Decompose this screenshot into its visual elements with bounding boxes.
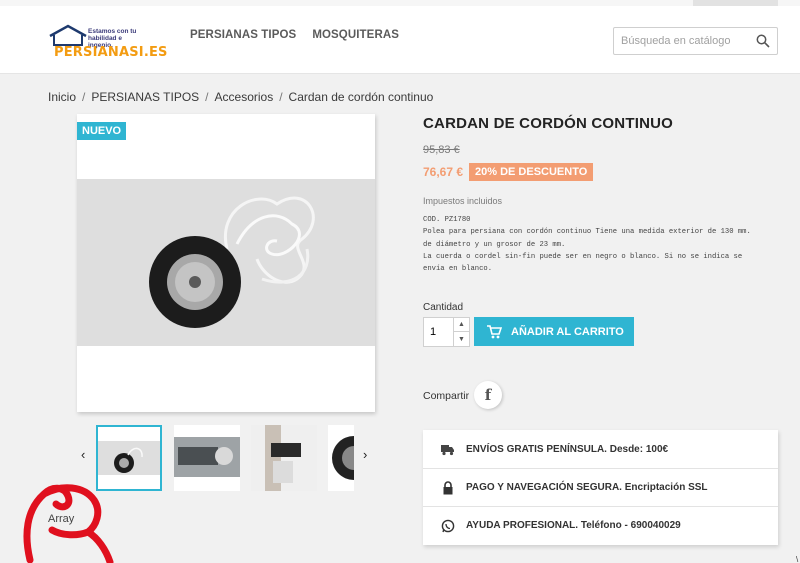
thumbnail-3[interactable] xyxy=(251,425,317,491)
discount-badge: 20% DE DESCUENTO xyxy=(469,163,594,181)
pulley-photo xyxy=(77,179,375,346)
thumbnail-mechanism-image xyxy=(174,425,240,491)
product-title: CARDAN DE CORDÓN CONTINUO xyxy=(423,115,673,132)
description-code: COD. PZ1780 xyxy=(423,216,471,224)
facebook-icon[interactable]: f xyxy=(474,381,502,409)
description-line: La cuerda o cordel sin-fin puede ser en … xyxy=(423,252,743,261)
share-label: Compartir xyxy=(423,390,470,402)
chevron-left-icon[interactable]: ‹ xyxy=(81,447,85,462)
chevron-right-icon[interactable]: › xyxy=(363,447,367,462)
thumbnail-gear-image xyxy=(328,425,354,491)
main-nav: PERSIANAS TIPOS MOSQUITERAS xyxy=(190,29,399,41)
search-icon[interactable] xyxy=(756,34,770,48)
reassurance-help: AYUDA PROFESIONAL. Teléfono - 690040029 xyxy=(423,506,778,544)
breadcrumb-current[interactable]: Cardan de cordón continuo xyxy=(289,90,434,104)
product-description: COD. PZ1780 Polea para persiana con cord… xyxy=(423,214,783,275)
search-box xyxy=(613,27,778,55)
add-to-cart-button[interactable]: AÑADIR AL CARRITO xyxy=(474,317,634,346)
array-debug-text: Array xyxy=(48,513,75,525)
search-input[interactable] xyxy=(614,28,744,54)
reassurance-shipping-text: ENVÍOS GRATIS PENÍNSULA. Desde: 100€ xyxy=(466,443,669,455)
reassurance-shipping: ENVÍOS GRATIS PENÍNSULA. Desde: 100€ xyxy=(423,430,778,468)
add-to-cart-label: AÑADIR AL CARRITO xyxy=(511,325,624,338)
chevron-up-icon[interactable]: ▲ xyxy=(453,318,469,332)
tax-label: Impuestos incluidos xyxy=(423,196,503,206)
breadcrumb-accesorios[interactable]: Accesorios xyxy=(215,90,274,104)
thumbnail-hand-image xyxy=(251,425,317,491)
logo-brand: PERSIANASI.ES xyxy=(54,45,168,60)
quantity-label: Cantidad xyxy=(423,302,464,313)
breadcrumb: Inicio / PERSIANAS TIPOS / Accesorios / … xyxy=(48,90,433,104)
breadcrumb-persianas-tipos[interactable]: PERSIANAS TIPOS xyxy=(91,90,199,104)
description-line: de diámetro y un grosor de 23 mm. xyxy=(423,240,566,249)
chevron-down-icon[interactable]: ▼ xyxy=(453,332,469,346)
description-line: Polea para persiana con cordón continuo … xyxy=(423,228,751,237)
breadcrumb-separator: / xyxy=(205,90,209,104)
whatsapp-icon xyxy=(441,519,455,532)
reassurance-secure-text: PAGO Y NAVEGACIÓN SEGURA. Encriptación S… xyxy=(466,482,708,493)
corner-mark: \ xyxy=(796,555,799,563)
site-header: Estamos con tu habilidad e ingenio. PERS… xyxy=(0,6,800,74)
breadcrumb-separator: / xyxy=(82,90,86,104)
product-cover-image[interactable] xyxy=(77,114,375,412)
reassurance-secure: PAGO Y NAVEGACIÓN SEGURA. Encriptación S… xyxy=(423,468,778,506)
site-logo[interactable]: Estamos con tu habilidad e ingenio. PERS… xyxy=(48,24,167,64)
regular-price: 95,83 € xyxy=(423,144,460,156)
cart-icon xyxy=(487,324,502,338)
breadcrumb-inicio[interactable]: Inicio xyxy=(48,90,76,104)
quantity-input[interactable] xyxy=(424,318,454,346)
breadcrumb-separator: / xyxy=(279,90,283,104)
house-logo-icon xyxy=(49,24,87,46)
quantity-stepper: ▲ ▼ xyxy=(423,317,470,347)
truck-icon xyxy=(441,445,454,456)
thumbnail-4[interactable] xyxy=(328,425,354,491)
thumbnail-2[interactable] xyxy=(174,425,240,491)
description-line: envía en blanco. xyxy=(423,265,493,274)
lock-icon xyxy=(443,480,453,494)
nav-mosquiteras[interactable]: MOSQUITERAS xyxy=(312,29,399,41)
new-badge: NUEVO xyxy=(77,122,127,140)
reassurance-block: ENVÍOS GRATIS PENÍNSULA. Desde: 100€ PAG… xyxy=(423,430,778,545)
reassurance-help-text: AYUDA PROFESIONAL. Teléfono - 690040029 xyxy=(466,520,681,531)
current-price: 76,67 € xyxy=(423,165,464,179)
nav-persianas-tipos[interactable]: PERSIANAS TIPOS xyxy=(190,29,296,41)
